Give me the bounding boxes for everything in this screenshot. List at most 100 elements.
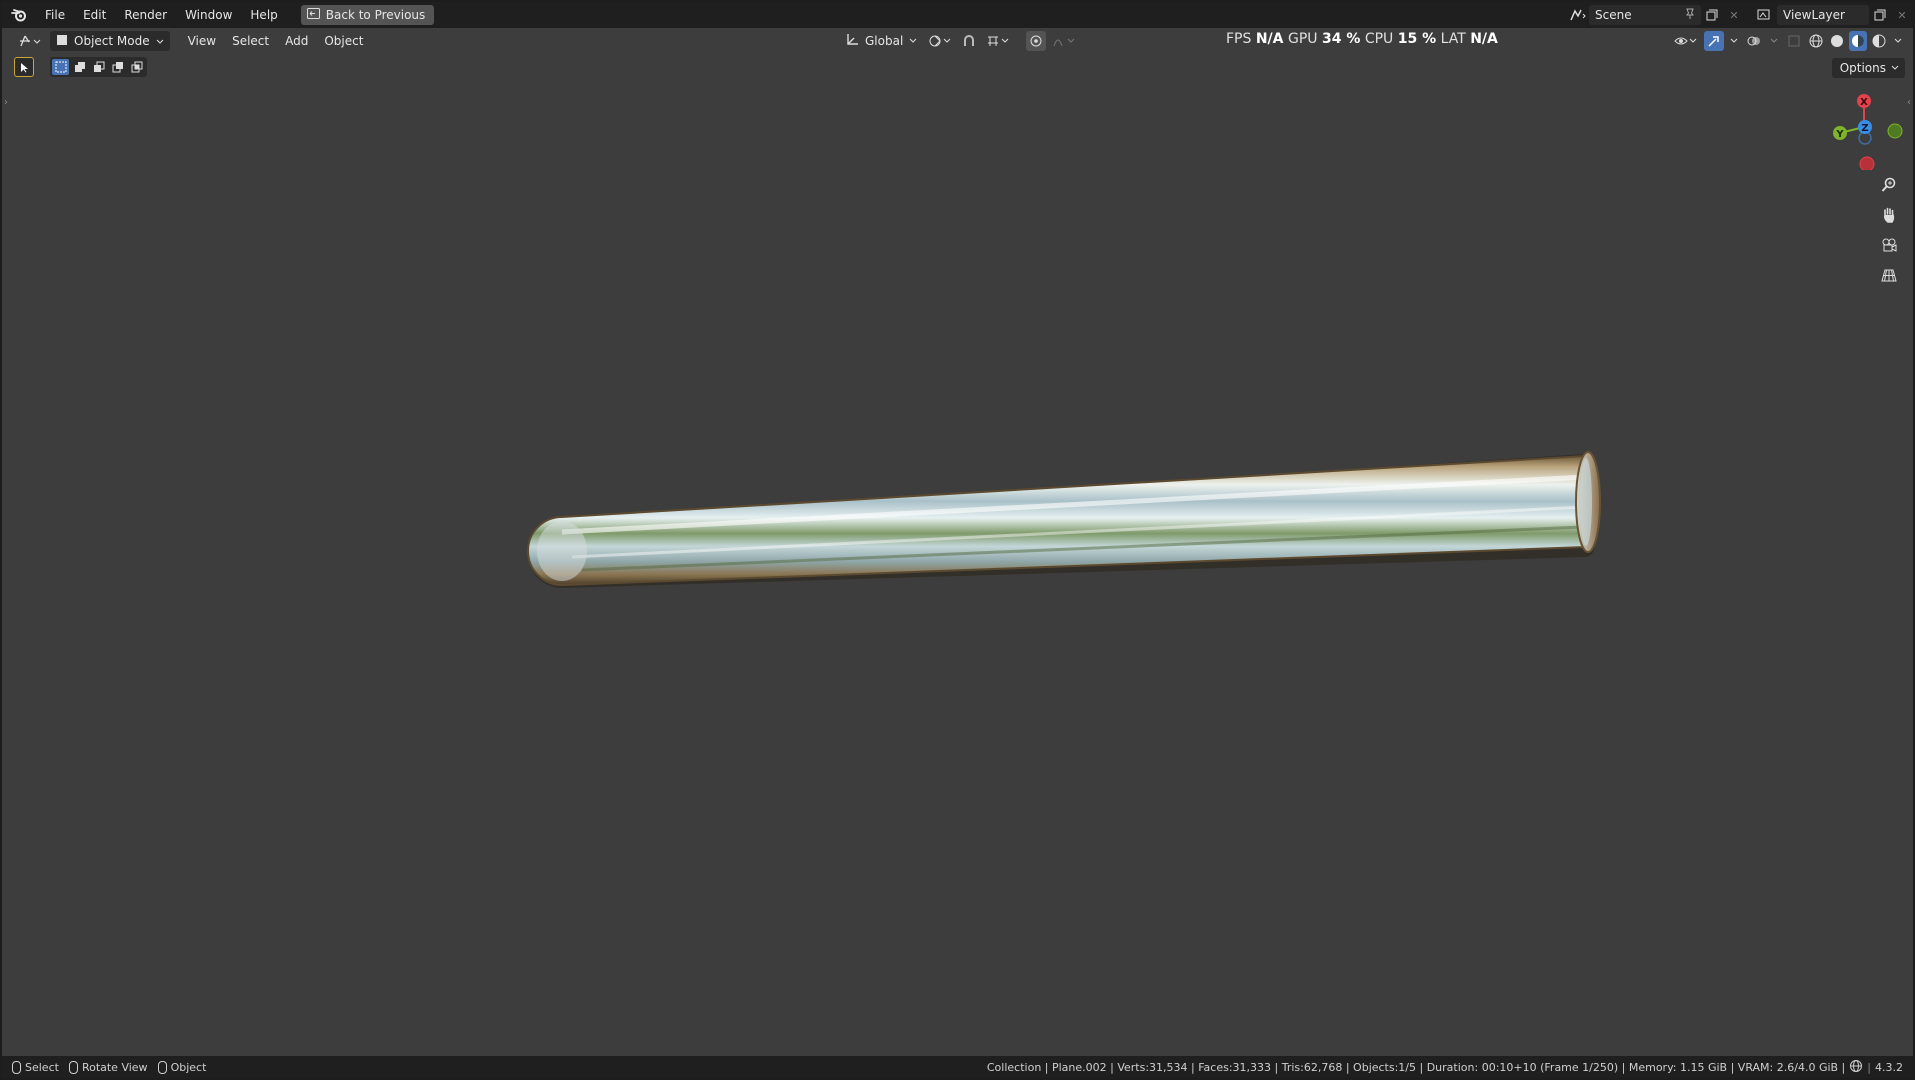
scene-name: Scene bbox=[1595, 8, 1632, 22]
object-mode-icon bbox=[56, 34, 68, 49]
orientation-axes-icon bbox=[845, 33, 859, 50]
blender-logo-icon[interactable] bbox=[2, 8, 36, 22]
fps-label: FPS bbox=[1226, 31, 1252, 47]
status-select-label: Select bbox=[25, 1060, 59, 1074]
perspective-grid-icon[interactable] bbox=[1876, 262, 1902, 288]
editor-type-icon[interactable] bbox=[16, 31, 44, 51]
fps-value: N/A bbox=[1255, 31, 1284, 47]
menu-select[interactable]: Select bbox=[224, 34, 277, 48]
back-to-previous-label: Back to Previous bbox=[325, 8, 426, 22]
blender-version: 4.3.2 bbox=[1875, 1060, 1903, 1074]
delete-scene-icon[interactable]: ✕ bbox=[1723, 5, 1745, 25]
gpu-value: 34 % bbox=[1321, 31, 1361, 47]
menu-window[interactable]: Window bbox=[176, 4, 241, 26]
tool-settings-row bbox=[14, 56, 147, 78]
transform-orientation-dropdown[interactable]: Global bbox=[840, 33, 922, 50]
mouse-left-icon bbox=[12, 1060, 21, 1074]
status-object-hint: Object bbox=[157, 1060, 207, 1074]
material-preview-icon[interactable] bbox=[1849, 31, 1867, 51]
menu-render[interactable]: Render bbox=[115, 4, 176, 26]
camera-view-icon[interactable] bbox=[1876, 232, 1902, 258]
xray-icon[interactable] bbox=[1784, 31, 1804, 51]
select-extend-icon[interactable] bbox=[71, 59, 88, 75]
blender-window: File Edit Render Window Help Back to Pre… bbox=[2, 2, 1913, 1078]
performance-stats: FPS N/A GPU 34 % CPU 15 % LAT N/A bbox=[1226, 28, 1498, 50]
pin-icon[interactable] bbox=[1685, 8, 1695, 23]
gizmo-toggle-icon[interactable] bbox=[1704, 31, 1724, 51]
viewlayer-type-icon[interactable] bbox=[1755, 5, 1777, 25]
status-info: Collection | Plane.002 | Verts:31,534 | … bbox=[986, 1059, 1903, 1076]
select-intersect-icon[interactable] bbox=[128, 59, 145, 75]
solid-shading-icon[interactable] bbox=[1828, 31, 1846, 51]
select-box-tool-icon[interactable] bbox=[14, 57, 34, 77]
scene-statistics: Collection | Plane.002 | Verts:31,534 | … bbox=[986, 1060, 1846, 1074]
falloff-curve-icon[interactable] bbox=[1050, 31, 1078, 51]
delete-viewlayer-icon[interactable]: ✕ bbox=[1891, 5, 1913, 25]
zoom-icon[interactable] bbox=[1876, 172, 1902, 198]
axis-neg-y-handle[interactable] bbox=[1887, 123, 1903, 139]
transform-tools: Global bbox=[840, 31, 1078, 51]
menu-edit[interactable]: Edit bbox=[74, 4, 115, 26]
lat-value: N/A bbox=[1470, 31, 1498, 47]
scene-selector[interactable]: Scene bbox=[1589, 5, 1701, 25]
status-bar: Select Rotate View Object Collection | P… bbox=[2, 1056, 1913, 1078]
viewport-header: Object Mode View Select Add Object Globa… bbox=[2, 28, 1913, 54]
rendered-shading-icon[interactable] bbox=[1870, 31, 1888, 51]
sidebar-expand-icon[interactable]: ‹ bbox=[1907, 97, 1911, 108]
status-rotate-label: Rotate View bbox=[81, 1060, 148, 1074]
select-subtract-icon[interactable] bbox=[90, 59, 107, 75]
options-dropdown[interactable]: Options bbox=[1831, 58, 1905, 78]
overlays-icon[interactable] bbox=[1744, 31, 1764, 51]
status-select-hint: Select bbox=[12, 1060, 59, 1074]
navigation-gizmo[interactable]: X Y Z bbox=[1814, 90, 1904, 170]
pivot-point-icon[interactable] bbox=[926, 31, 954, 51]
menu-help[interactable]: Help bbox=[241, 4, 286, 26]
gizmo-dropdown-icon[interactable] bbox=[1727, 31, 1741, 51]
test-tube-object[interactable] bbox=[527, 451, 1601, 588]
shading-dropdown-icon[interactable] bbox=[1891, 31, 1905, 51]
axis-x-label: X bbox=[1860, 97, 1868, 108]
object-mode-dropdown[interactable]: Object Mode bbox=[50, 31, 170, 51]
options-label: Options bbox=[1839, 61, 1886, 75]
new-viewlayer-icon[interactable] bbox=[1869, 5, 1891, 25]
snap-icon[interactable] bbox=[958, 31, 980, 51]
toolbar-expand-icon[interactable]: › bbox=[4, 97, 8, 108]
mouse-right-icon bbox=[157, 1060, 167, 1074]
chevron-down-icon bbox=[156, 34, 164, 48]
select-difference-icon[interactable] bbox=[109, 59, 126, 75]
viewlayer-selector[interactable]: ViewLayer bbox=[1777, 5, 1869, 25]
cpu-label: CPU bbox=[1364, 31, 1394, 47]
pan-hand-icon[interactable] bbox=[1876, 202, 1902, 228]
menu-object[interactable]: Object bbox=[316, 34, 371, 48]
menu-file[interactable]: File bbox=[36, 4, 74, 26]
object-mode-label: Object Mode bbox=[74, 34, 150, 48]
scene-type-icon[interactable] bbox=[1567, 5, 1589, 25]
menu-add[interactable]: Add bbox=[277, 34, 316, 48]
screen-back-icon bbox=[306, 8, 320, 22]
visibility-eye-icon[interactable] bbox=[1671, 31, 1701, 51]
gpu-label: GPU bbox=[1287, 31, 1318, 47]
network-globe-icon[interactable] bbox=[1849, 1059, 1863, 1076]
proportional-editing-icon[interactable] bbox=[1026, 31, 1047, 51]
overlays-dropdown-icon[interactable] bbox=[1767, 31, 1781, 51]
status-object-label: Object bbox=[170, 1060, 207, 1074]
mouse-middle-icon bbox=[68, 1060, 78, 1074]
wireframe-shading-icon[interactable] bbox=[1807, 31, 1825, 51]
top-right-controls: Scene ✕ ViewLayer ✕ bbox=[1567, 2, 1913, 28]
top-bar: File Edit Render Window Help Back to Pre… bbox=[2, 2, 1913, 28]
orientation-label: Global bbox=[865, 34, 904, 48]
axis-neg-x-handle[interactable] bbox=[1859, 156, 1875, 170]
axis-y-label: Y bbox=[1835, 129, 1844, 140]
new-scene-icon[interactable] bbox=[1701, 5, 1723, 25]
viewport-shading-tools bbox=[1671, 31, 1905, 51]
lat-label: LAT bbox=[1440, 31, 1466, 47]
select-new-icon[interactable] bbox=[52, 59, 69, 75]
viewport-scene bbox=[527, 451, 1601, 588]
menu-view[interactable]: View bbox=[180, 34, 224, 48]
viewlayer-name: ViewLayer bbox=[1783, 8, 1845, 22]
selection-mode-group bbox=[50, 57, 147, 77]
cpu-value: 15 % bbox=[1397, 31, 1437, 47]
back-to-previous-button[interactable]: Back to Previous bbox=[300, 5, 435, 25]
status-rotate-hint: Rotate View bbox=[68, 1060, 148, 1074]
snap-target-icon[interactable] bbox=[984, 31, 1012, 51]
